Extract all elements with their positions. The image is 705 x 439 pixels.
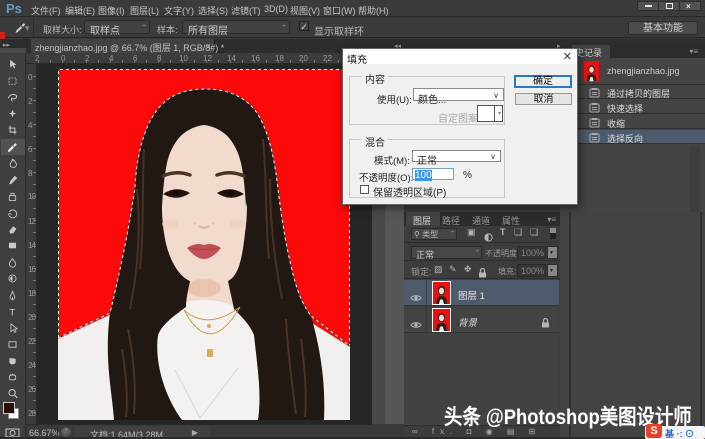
svg-text:T: T [9,306,15,317]
